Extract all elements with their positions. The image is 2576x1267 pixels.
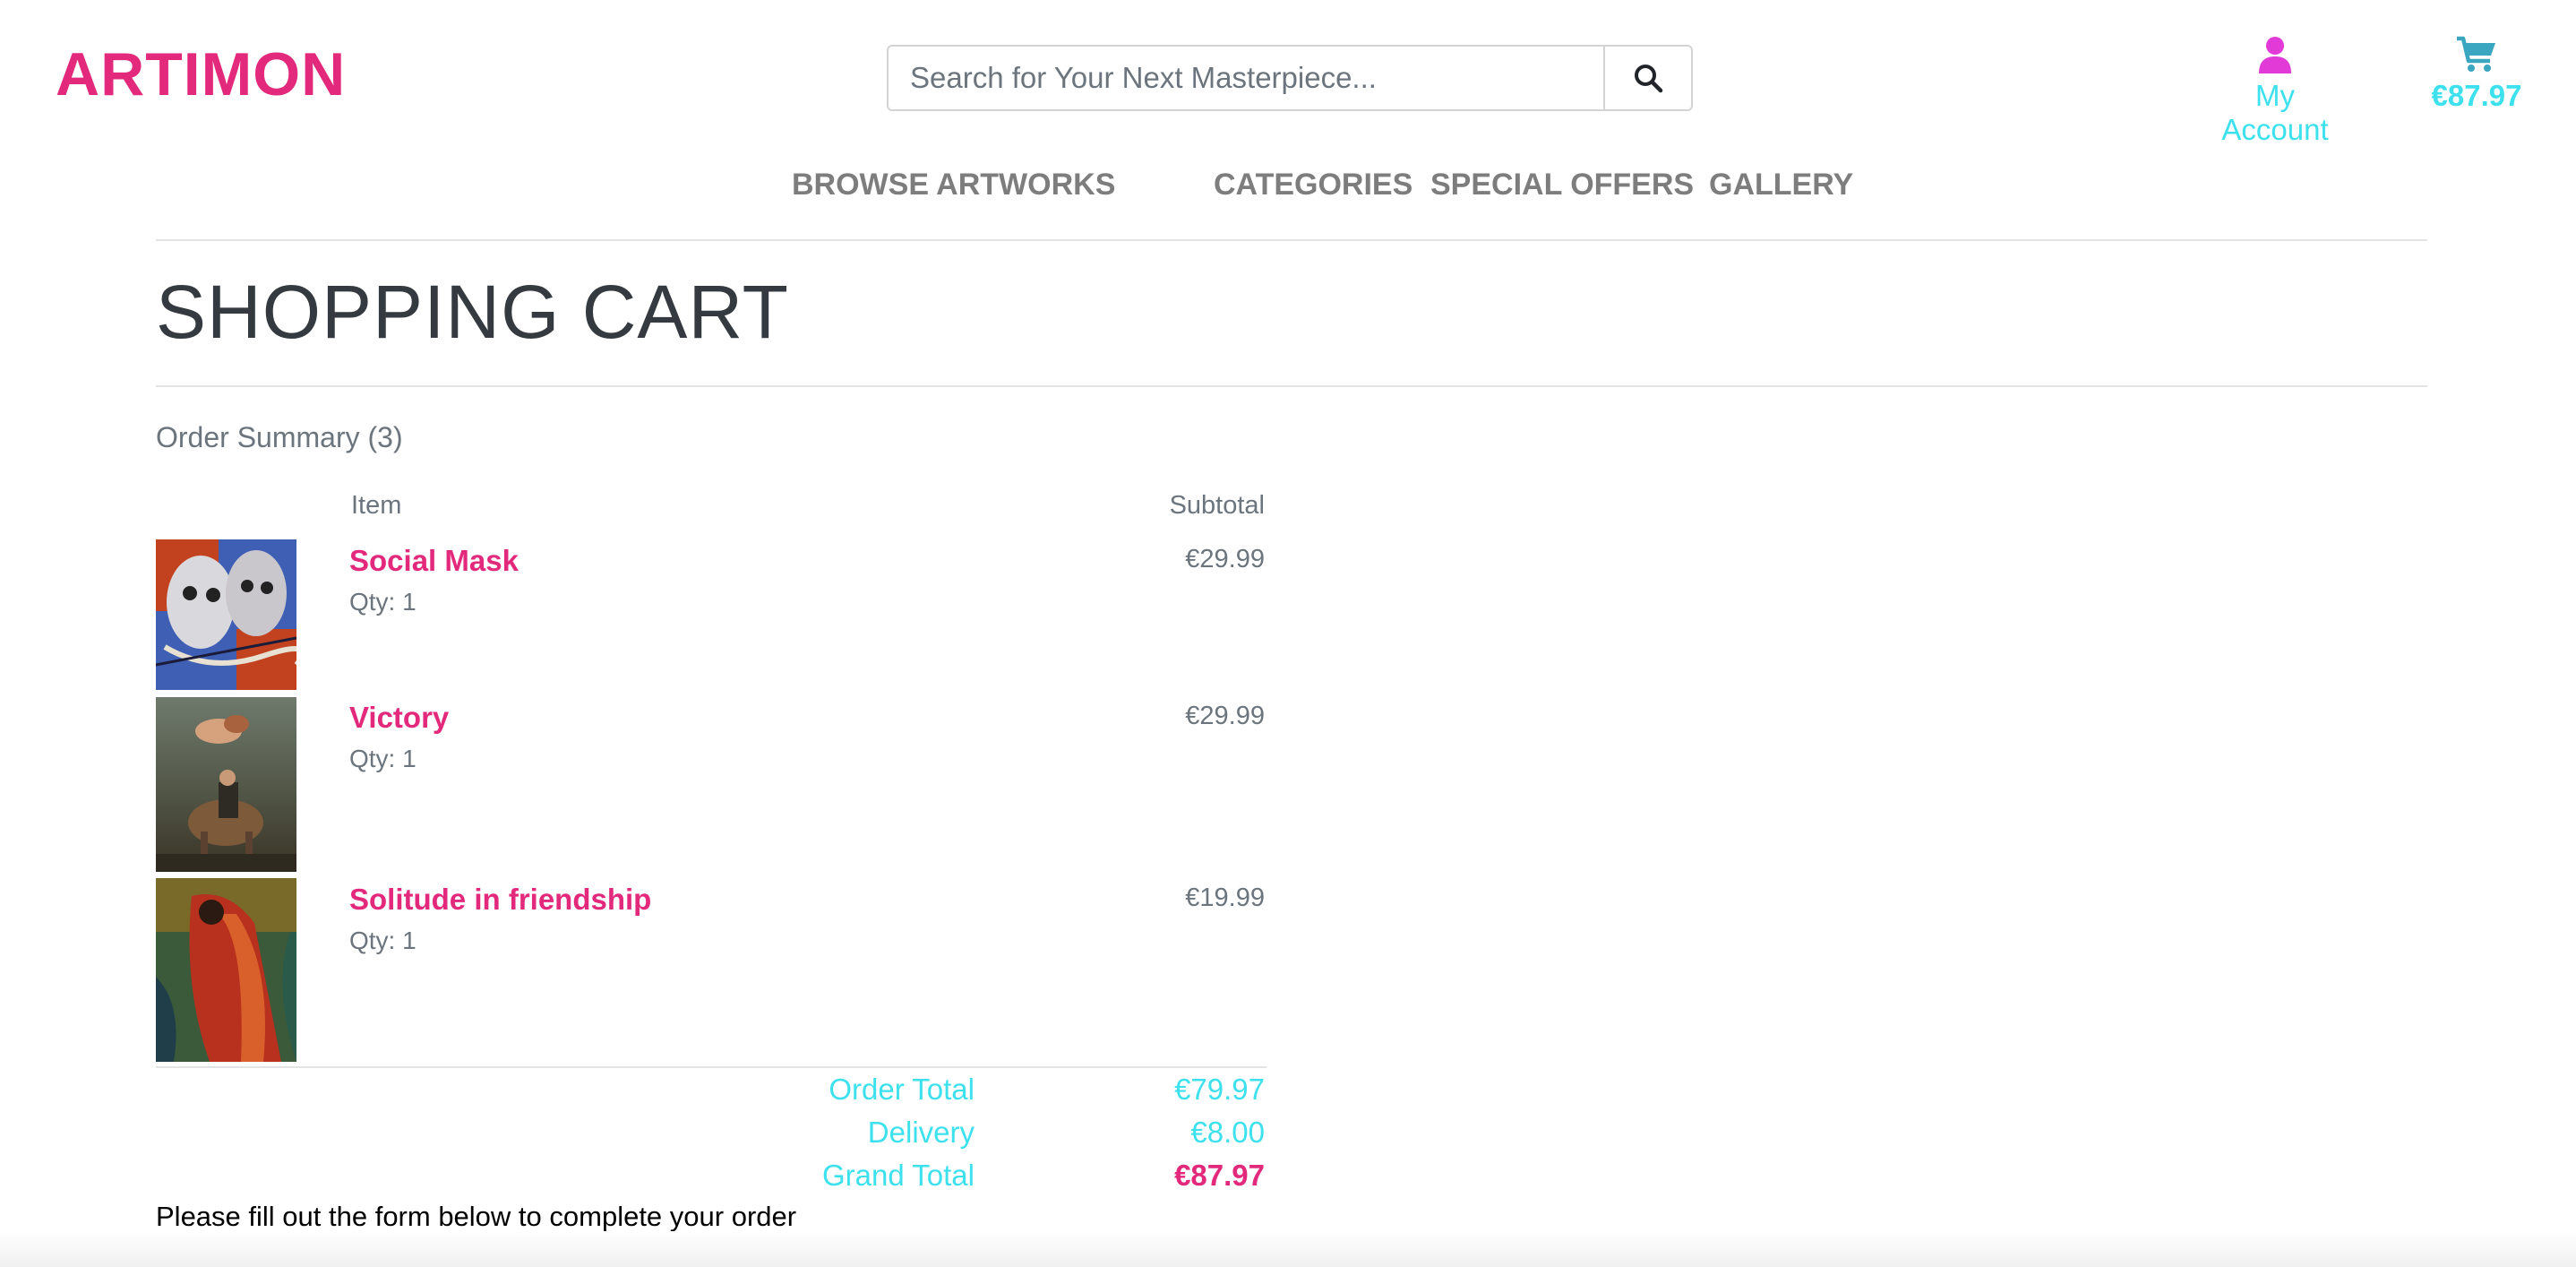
artwork-thumbnail-victory[interactable] (156, 697, 296, 872)
nav-browse-artworks[interactable]: BROWSE ARTWORKS (792, 168, 1115, 203)
nav-special-offers[interactable]: SPECIAL OFFERS (1430, 168, 1694, 203)
cart-item-price: €19.99 (1185, 883, 1265, 912)
order-total-label: Order Total (829, 1073, 975, 1106)
artwork-thumbnail-social-mask[interactable] (156, 539, 296, 690)
cart-item-name[interactable]: Solitude in friendship (349, 883, 651, 917)
delivery-value: €8.00 (1190, 1116, 1265, 1149)
title-divider (156, 385, 2427, 387)
delivery-label: Delivery (867, 1116, 975, 1149)
cart-item-price: €29.99 (1185, 702, 1265, 730)
cart-link[interactable]: €87.97 (2427, 36, 2526, 113)
cart-item-qty: Qty: 1 (349, 745, 416, 772)
search-button[interactable] (1603, 47, 1691, 109)
main-nav: BROWSE ARTWORKS CATEGORIES SPECIAL OFFER… (0, 168, 2576, 203)
cart-icon (2457, 36, 2495, 72)
my-account-link[interactable]: My Account (2203, 36, 2347, 147)
site-logo[interactable]: ARTIMON (56, 39, 346, 109)
form-instruction: Please fill out the form below to comple… (156, 1201, 797, 1232)
search-bar (887, 45, 1693, 111)
column-header-subtotal: Subtotal (1169, 491, 1265, 520)
grand-total-value: €87.97 (1174, 1159, 1265, 1192)
cart-item-name[interactable]: Social Mask (349, 544, 519, 578)
totals-divider (156, 1066, 1267, 1068)
column-header-item: Item (351, 491, 402, 520)
grand-total-label: Grand Total (822, 1159, 975, 1192)
page-title: SHOPPING CART (156, 270, 789, 354)
artwork-thumbnail-solitude-in-friendship[interactable] (156, 878, 296, 1062)
user-icon (2259, 37, 2291, 73)
cart-item-qty: Qty: 1 (349, 588, 416, 616)
nav-gallery[interactable]: GALLERY (1709, 168, 1853, 203)
cart-item-qty: Qty: 1 (349, 927, 416, 954)
my-account-label: My Account (2221, 79, 2329, 146)
page-fold-shadow (0, 1231, 2576, 1267)
cart-item-name[interactable]: Victory (349, 701, 449, 735)
search-input[interactable] (889, 47, 1603, 109)
cart-total: €87.97 (2431, 79, 2522, 112)
search-icon (1635, 65, 1663, 93)
nav-divider (156, 239, 2427, 241)
nav-categories[interactable]: CATEGORIES (1214, 168, 1413, 203)
order-summary-heading: Order Summary (3) (156, 421, 403, 453)
order-total-value: €79.97 (1174, 1073, 1265, 1106)
cart-item-price: €29.99 (1185, 545, 1265, 573)
